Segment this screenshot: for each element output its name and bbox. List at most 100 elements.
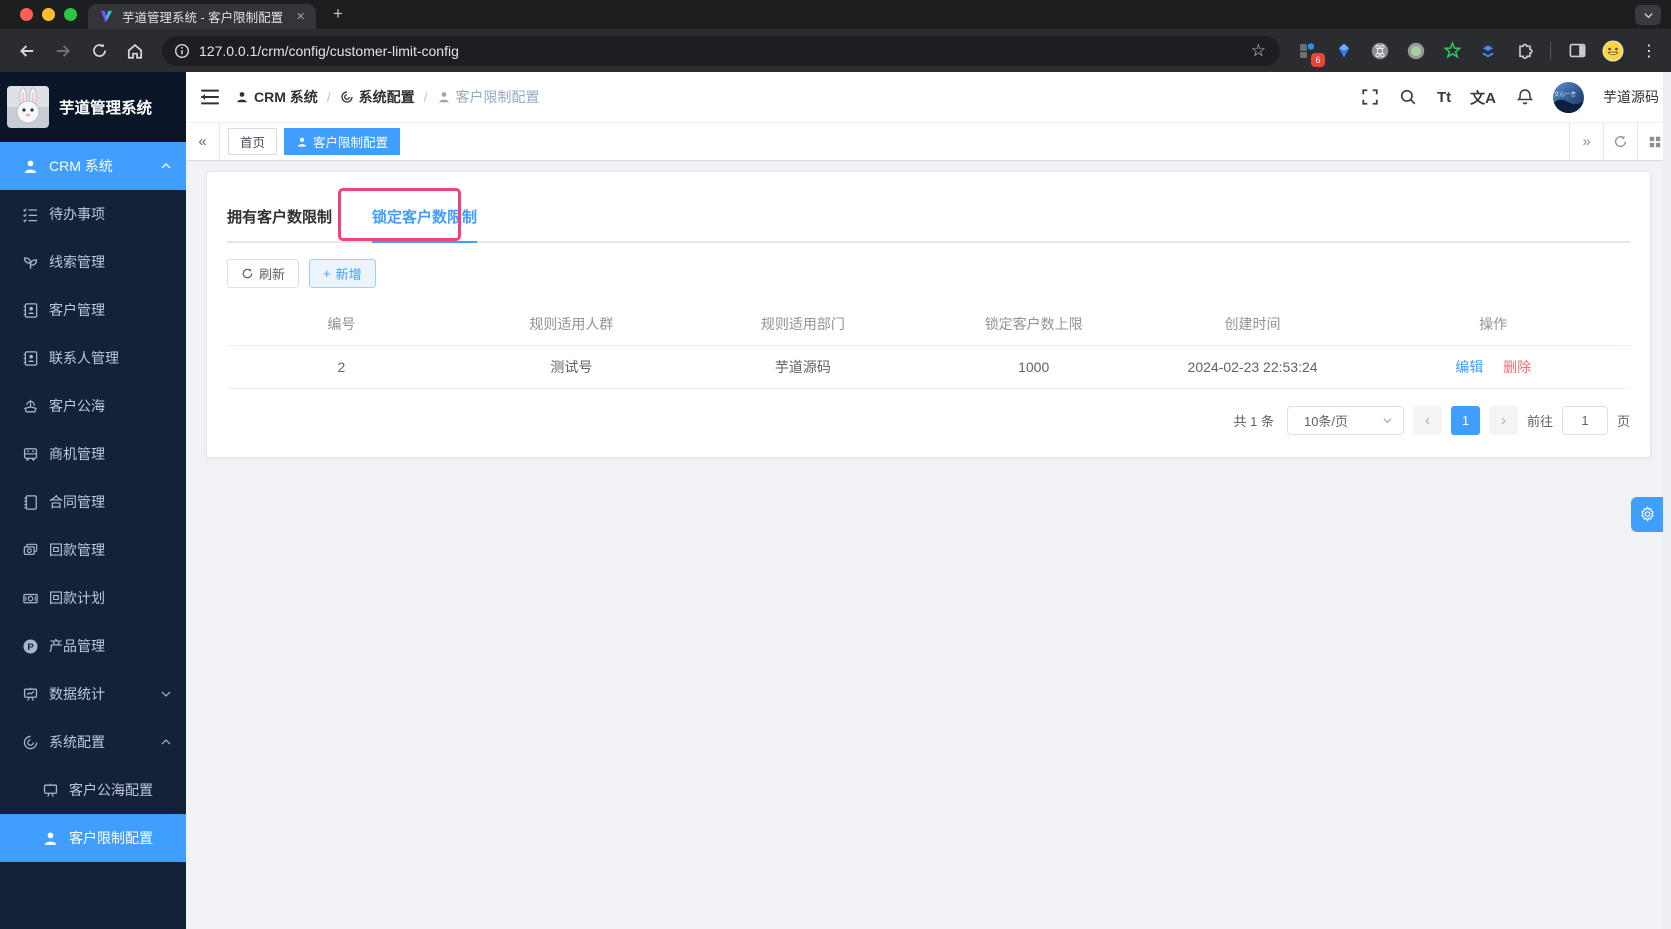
browser-menu-icon[interactable]: ⋮: [1637, 41, 1661, 61]
notification-bell-icon[interactable]: [1515, 88, 1534, 107]
sidebar-item-product[interactable]: P 产品管理: [0, 622, 186, 670]
sidebar-item-contract[interactable]: 合同管理: [0, 478, 186, 526]
page-size-select[interactable]: 10条/页: [1286, 406, 1404, 435]
fullscreen-icon[interactable]: [1361, 88, 1380, 107]
sidebar-item-statistics[interactable]: 数据统计: [0, 670, 186, 718]
contact-book-icon: [23, 302, 38, 318]
person-icon: [298, 137, 306, 146]
app-logo-rabbit: [7, 86, 49, 128]
tab-own-customer-limit[interactable]: 拥有客户数限制: [227, 196, 332, 241]
add-button[interactable]: + 新增: [309, 259, 376, 288]
sidebar-item-leads[interactable]: 线索管理: [0, 238, 186, 286]
extensions-puzzle-icon[interactable]: [1512, 39, 1536, 63]
delete-link[interactable]: 删除: [1503, 359, 1531, 375]
site-info-icon[interactable]: [174, 43, 190, 59]
sidebar-item-label: 产品管理: [49, 638, 105, 654]
top-navbar: CRM 系统 / 系统配置 / 客户限制配置 Tt 文A 文心一言 芋道源码: [186, 72, 1671, 122]
traffic-lights: [20, 8, 77, 21]
sidebar-item-receivable-plan[interactable]: 回款计划: [0, 574, 186, 622]
breadcrumb-separator: /: [423, 89, 428, 105]
tag-home[interactable]: 首页: [228, 128, 278, 155]
breadcrumb: CRM 系统 / 系统配置 / 客户限制配置: [235, 87, 1361, 107]
next-page-button[interactable]: ›: [1488, 406, 1518, 435]
username[interactable]: 芋道源码: [1603, 87, 1659, 107]
sidebar-item-label: 联系人管理: [49, 350, 119, 366]
font-size-icon[interactable]: Tt: [1437, 89, 1451, 106]
tag-customer-limit-config[interactable]: 客户限制配置: [284, 128, 401, 155]
reload-button[interactable]: [84, 36, 114, 66]
sidebar-item-label: 合同管理: [49, 494, 105, 510]
chart-board-icon: [43, 783, 58, 797]
tags-refresh-button[interactable]: [1603, 123, 1637, 160]
config-swirl-icon: [23, 735, 38, 749]
banknote-icon: [23, 593, 38, 603]
tab-lock-customer-limit[interactable]: 锁定客户数限制: [372, 196, 478, 243]
user-avatar[interactable]: 文心一言: [1553, 81, 1584, 113]
sidebar-item-contacts[interactable]: 联系人管理: [0, 334, 186, 382]
sidebar-item-customers[interactable]: 客户管理: [0, 286, 186, 334]
extension-chevrons-icon[interactable]: [1476, 39, 1500, 63]
person-icon: [438, 92, 449, 103]
cell-rule-depts: 芋道源码: [687, 345, 919, 389]
tag-label: 首页: [240, 136, 266, 150]
sidebar-item-business[interactable]: 商机管理: [0, 430, 186, 478]
language-icon[interactable]: 文A: [1470, 87, 1496, 108]
sidebar-item-config[interactable]: 系统配置: [0, 718, 186, 766]
extension-green-star-icon[interactable]: [1440, 39, 1464, 63]
search-icon[interactable]: [1399, 88, 1418, 107]
page-content: 拥有客户数限制 锁定客户数限制 刷新 + 新增 编号 规则适用人群 规则适用部门…: [186, 161, 1671, 929]
home-button[interactable]: [120, 36, 150, 66]
tags-scroll-left-button[interactable]: «: [186, 123, 220, 160]
sidebar-item-customer-limit-config[interactable]: 客户限制配置: [0, 814, 186, 862]
address-bar[interactable]: 127.0.0.1/crm/config/customer-limit-conf…: [162, 35, 1280, 66]
goto-unit-label: 页: [1616, 414, 1630, 429]
new-tab-button[interactable]: +: [326, 2, 350, 26]
tab-close-icon[interactable]: ×: [293, 9, 308, 24]
close-window-button[interactable]: [20, 8, 33, 21]
breadcrumb-item-crm[interactable]: CRM 系统: [235, 87, 318, 107]
sidebar-item-open-sea[interactable]: 客户公海: [0, 382, 186, 430]
cell-max-lock: 1000: [918, 345, 1149, 389]
forward-button[interactable]: [48, 36, 78, 66]
sidebar-item-todo[interactable]: 待办事项: [0, 190, 186, 238]
side-panel-icon[interactable]: [1565, 39, 1589, 63]
sidebar-item-open-sea-config[interactable]: 客户公海配置: [0, 766, 186, 814]
tag-label: 客户限制配置: [313, 136, 389, 150]
page-number-1[interactable]: 1: [1450, 406, 1480, 435]
seedling-icon: [23, 256, 38, 269]
profile-avatar-emoji[interactable]: [1601, 39, 1625, 63]
breadcrumb-label: 客户限制配置: [455, 89, 540, 105]
extension-tampermonkey-icon[interactable]: 6: [1296, 39, 1325, 67]
breadcrumb-item-config[interactable]: 系统配置: [340, 87, 415, 107]
browser-tab[interactable]: 芋道管理系统 - 客户限制配置 ×: [88, 4, 316, 29]
extension-record-icon[interactable]: [1404, 39, 1428, 63]
sidebar-item-crm-system[interactable]: CRM 系统: [0, 142, 186, 190]
extension-command-icon[interactable]: [1368, 39, 1392, 63]
tags-scroll-right-button[interactable]: »: [1569, 123, 1603, 160]
browser-tabstrip: 芋道管理系统 - 客户限制配置 × +: [0, 0, 1671, 29]
bookmark-star-icon[interactable]: ☆: [1247, 41, 1270, 61]
table-toolbar: 刷新 + 新增: [227, 259, 1630, 288]
customer-limit-card: 拥有客户数限制 锁定客户数限制 刷新 + 新增 编号 规则适用人群 规则适用部门…: [206, 171, 1651, 458]
refresh-button[interactable]: 刷新: [227, 259, 300, 288]
extension-kite-icon[interactable]: [1332, 39, 1356, 63]
ship-icon: [24, 399, 37, 412]
app-logo-area[interactable]: 芋道管理系统: [0, 72, 186, 142]
goto-page-input[interactable]: [1561, 406, 1608, 435]
goto-label: 前往: [1526, 414, 1553, 429]
prev-page-button[interactable]: ‹: [1412, 406, 1442, 435]
theme-settings-button[interactable]: [1631, 497, 1663, 532]
pagination: 共 1 条 10条/页 ‹ 1 › 前往 页: [227, 406, 1630, 435]
sidebar-item-receivable[interactable]: 回款管理: [0, 526, 186, 574]
hamburger-fold-icon[interactable]: [199, 86, 221, 108]
tab-search-button[interactable]: [1635, 5, 1661, 25]
receipt-icon: [23, 543, 38, 555]
edit-link[interactable]: 编辑: [1455, 359, 1483, 375]
page-scrollbar[interactable]: [1663, 72, 1671, 929]
plus-icon: +: [323, 266, 331, 281]
minimize-window-button[interactable]: [42, 8, 55, 21]
zoom-window-button[interactable]: [64, 8, 77, 21]
config-swirl-icon: [341, 91, 353, 103]
browser-toolbar: 127.0.0.1/crm/config/customer-limit-conf…: [0, 29, 1671, 72]
back-button[interactable]: [12, 36, 42, 66]
